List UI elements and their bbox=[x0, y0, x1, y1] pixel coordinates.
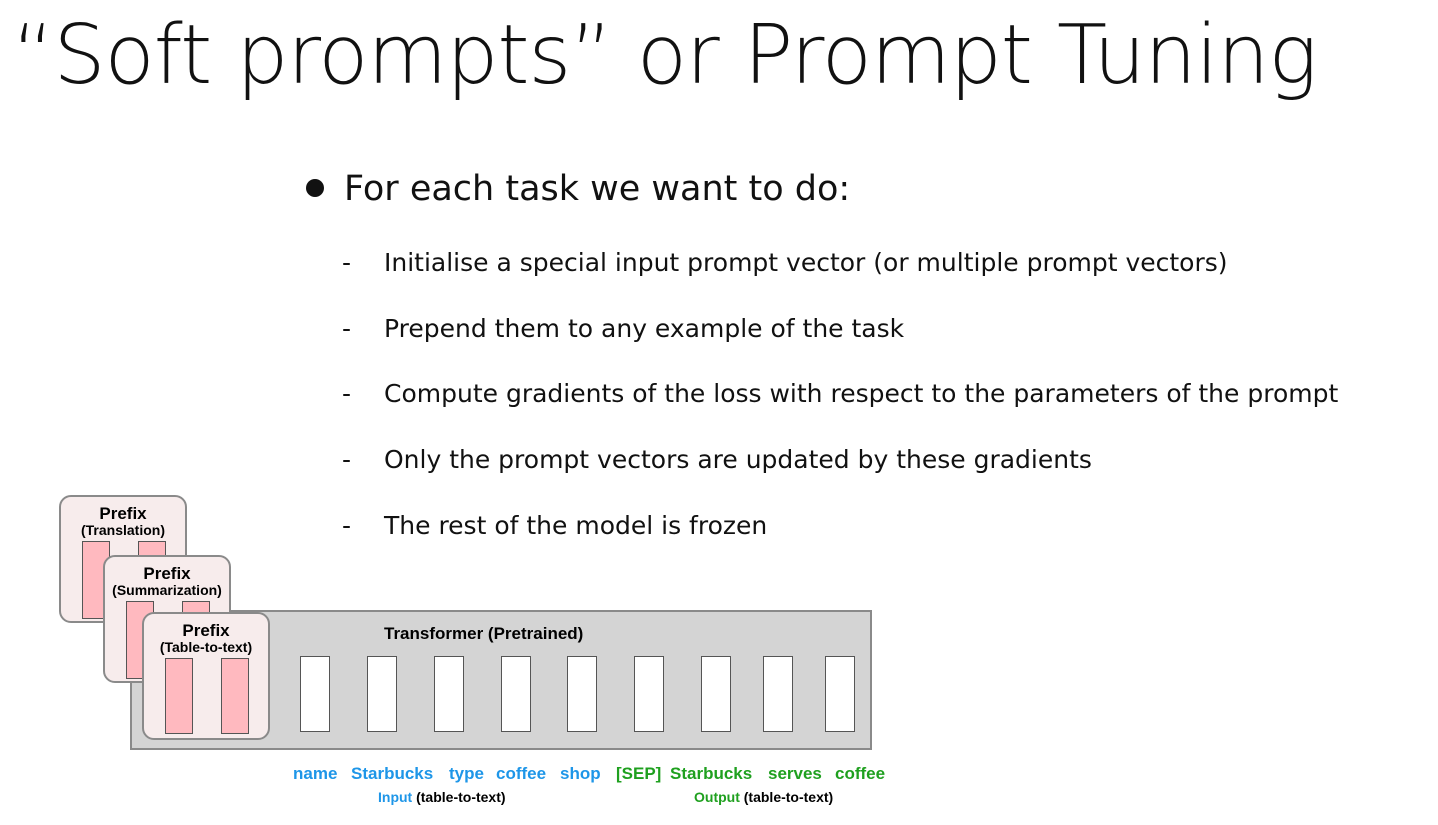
sub-item-text: Initialise a special input prompt vector… bbox=[384, 248, 1228, 277]
token-vector bbox=[701, 656, 731, 732]
input-caption-word: Input bbox=[378, 789, 413, 805]
input-token: coffee bbox=[496, 764, 547, 783]
input-token: shop bbox=[560, 764, 601, 783]
input-token: type bbox=[449, 764, 484, 783]
sub-item-text: The rest of the model is frozen bbox=[384, 511, 768, 540]
prefix-card-task: (Translation) bbox=[80, 522, 165, 538]
prefix-card-title: Prefix bbox=[182, 621, 230, 640]
input-caption-rest: (table-to-text) bbox=[412, 789, 506, 805]
prefix-card-title: Prefix bbox=[143, 564, 191, 583]
token-vector bbox=[763, 656, 793, 732]
output-caption-rest: (table-to-text) bbox=[739, 789, 834, 805]
token-vector bbox=[300, 656, 330, 732]
sub-item-text: Compute gradients of the loss with respe… bbox=[384, 379, 1339, 408]
sub-item-text: Only the prompt vectors are updated by t… bbox=[384, 445, 1092, 474]
output-caption-word: Output bbox=[694, 789, 740, 805]
output-token: Starbucks bbox=[670, 764, 753, 783]
dash-icon: - bbox=[342, 511, 352, 540]
sub-item-text: Prepend them to any example of the task bbox=[384, 314, 905, 343]
main-bullet-text: For each task we want to do: bbox=[344, 169, 851, 209]
slide-title: “Soft prompts” or Prompt Tuning bbox=[12, 8, 1318, 103]
token-vector bbox=[567, 656, 597, 732]
token-vector bbox=[367, 656, 397, 732]
prefix-vector bbox=[221, 658, 249, 734]
output-token: serves bbox=[768, 764, 822, 783]
output-token: coffee bbox=[835, 764, 886, 783]
prefix-card-table-to-text: Prefix (Table-to-text) bbox=[142, 612, 270, 740]
token-vector bbox=[434, 656, 464, 732]
token-vector bbox=[501, 656, 531, 732]
input-caption: Input (table-to-text) bbox=[378, 789, 506, 805]
dash-icon: - bbox=[342, 248, 352, 277]
dash-icon: - bbox=[342, 314, 352, 343]
prefix-card-title: Prefix bbox=[99, 504, 147, 523]
prefix-card-task: (Summarization) bbox=[112, 582, 222, 598]
input-token: Starbucks bbox=[351, 764, 434, 783]
transformer-label: Transformer (Pretrained) bbox=[384, 624, 584, 643]
input-token: name bbox=[293, 764, 338, 783]
dash-icon: - bbox=[342, 379, 352, 408]
prefix-card-task: (Table-to-text) bbox=[159, 639, 253, 655]
output-token: [SEP] bbox=[616, 764, 662, 783]
token-vector bbox=[825, 656, 855, 732]
token-vector bbox=[634, 656, 664, 732]
bullet-dot-icon bbox=[306, 179, 324, 197]
output-caption: Output (table-to-text) bbox=[694, 789, 833, 805]
prefix-vector bbox=[165, 658, 193, 734]
dash-icon: - bbox=[342, 445, 352, 474]
